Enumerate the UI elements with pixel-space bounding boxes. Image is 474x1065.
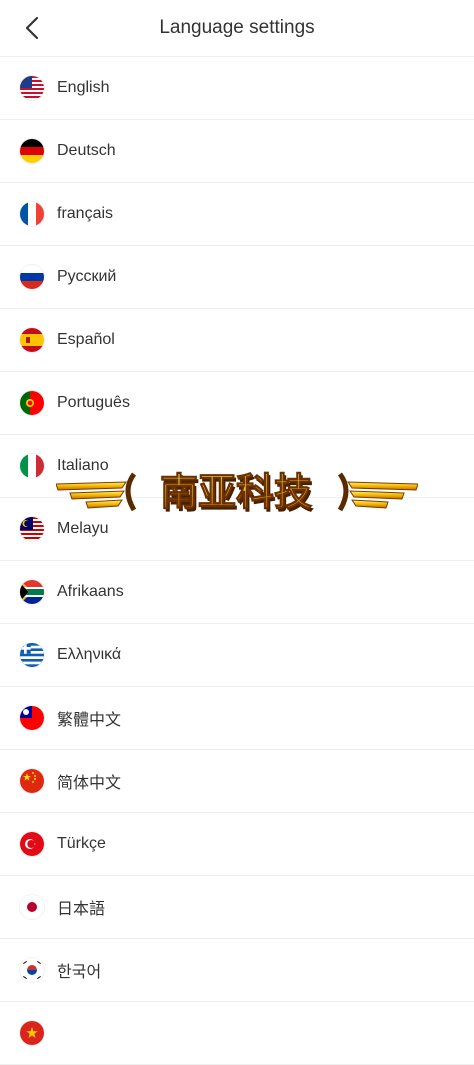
language-item-vietnamese[interactable]: [0, 1002, 474, 1065]
language-label: Ελληνικά: [57, 646, 122, 663]
greece-flag-icon: [20, 643, 44, 667]
page-title: Language settings: [159, 17, 315, 38]
spain-flag-icon: [20, 328, 44, 352]
language-item-traditional-chinese[interactable]: 繁體中文: [0, 687, 474, 750]
italy-flag-icon: [20, 454, 44, 478]
language-label: Español: [57, 331, 115, 348]
language-item-greek[interactable]: Ελληνικά: [0, 624, 474, 687]
germany-flag-icon: [20, 139, 44, 163]
header-bar: Language settings: [0, 0, 474, 57]
language-label: français: [57, 205, 114, 222]
china-flag-icon: [20, 769, 44, 793]
language-label: Português: [57, 394, 130, 411]
language-item-turkce[interactable]: Türkçe: [0, 813, 474, 876]
japan-flag-icon: [20, 895, 44, 919]
chevron-left-icon: [25, 16, 39, 40]
language-label: Afrikaans: [57, 583, 124, 600]
language-label: 繁體中文: [57, 712, 122, 729]
language-label: 한국어: [57, 964, 102, 981]
us-flag-icon: [20, 76, 44, 100]
language-item-russian[interactable]: Русский: [0, 246, 474, 309]
language-item-deutsch[interactable]: Deutsch: [0, 120, 474, 183]
language-label: Melayu: [57, 520, 109, 537]
language-list: English Deutsch français Русский Español…: [0, 57, 474, 1065]
portugal-flag-icon: [20, 391, 44, 415]
language-item-english[interactable]: English: [0, 57, 474, 120]
turkey-flag-icon: [20, 832, 44, 856]
malaysia-flag-icon: [20, 517, 44, 541]
vietnam-flag-icon: [20, 1021, 44, 1045]
korea-flag-icon: [20, 958, 44, 982]
language-item-portugues[interactable]: Português: [0, 372, 474, 435]
language-item-italiano[interactable]: Italiano: [0, 435, 474, 498]
language-label: Türkçe: [57, 835, 106, 852]
back-button[interactable]: [14, 12, 50, 44]
taiwan-flag-icon: [20, 706, 44, 730]
language-label: English: [57, 79, 110, 96]
south-africa-flag-icon: [20, 580, 44, 604]
language-item-korean[interactable]: 한국어: [0, 939, 474, 1002]
france-flag-icon: [20, 202, 44, 226]
language-item-espanol[interactable]: Español: [0, 309, 474, 372]
language-item-japanese[interactable]: 日本語: [0, 876, 474, 939]
language-item-melayu[interactable]: Melayu: [0, 498, 474, 561]
russia-flag-icon: [20, 265, 44, 289]
language-item-simplified-chinese[interactable]: 简体中文: [0, 750, 474, 813]
language-label: 日本語: [57, 901, 106, 918]
language-label: 简体中文: [57, 775, 122, 792]
language-label: Deutsch: [57, 142, 116, 159]
language-item-afrikaans[interactable]: Afrikaans: [0, 561, 474, 624]
language-item-francais[interactable]: français: [0, 183, 474, 246]
language-label: Italiano: [57, 457, 109, 474]
language-label: Русский: [57, 268, 117, 285]
